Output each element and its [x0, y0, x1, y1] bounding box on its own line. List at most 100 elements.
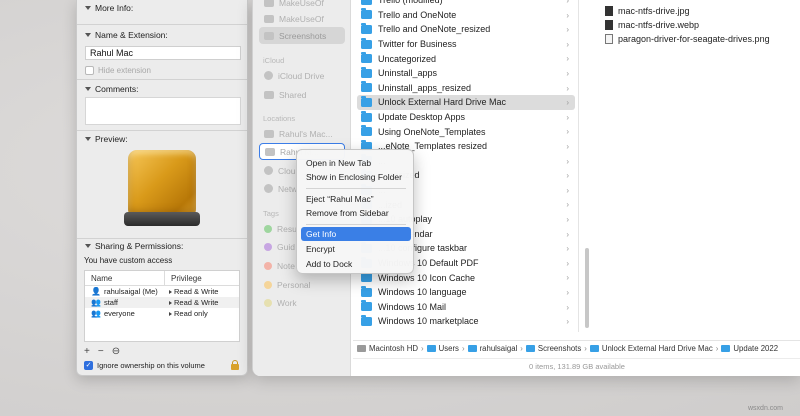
folder-row[interactable]: Windows 10 marketplace ›	[357, 314, 575, 329]
folder-row[interactable]: Uncategorized ›	[357, 51, 575, 66]
path-separator: ›	[520, 344, 523, 353]
chevron-right-icon: ›	[566, 10, 569, 20]
folder-name: Update Desktop Apps	[378, 112, 466, 123]
folder-row[interactable]: Windows 10 Mail ›	[357, 300, 575, 315]
sidebar-item-this-mac[interactable]: Rahul's Mac...	[259, 125, 345, 142]
divider	[77, 238, 247, 239]
external-drive-icon	[124, 150, 200, 228]
comments-header[interactable]: Comments:	[85, 84, 138, 94]
folder-row[interactable]: Trello and OneNote ›	[357, 8, 575, 23]
menu-separator	[306, 188, 406, 189]
path-item[interactable]: Users	[439, 344, 459, 353]
shared-folder-icon	[264, 90, 274, 99]
sidebar-section-icloud: iCloud	[263, 56, 285, 65]
folder-row[interactable]: Uninstall_apps ›	[357, 66, 575, 81]
folder-icon	[361, 0, 372, 5]
add-permission-button[interactable]: +	[84, 346, 90, 357]
chevron-right-icon: ›	[566, 317, 569, 327]
menu-item-encrypt[interactable]: Encrypt	[301, 242, 411, 256]
folder-icon	[361, 110, 372, 122]
group-icon: 👥	[91, 309, 101, 318]
chevron-right-icon: ›	[566, 258, 569, 268]
chevron-right-icon: ›	[566, 302, 569, 312]
sidebar-item-label: Work	[277, 297, 297, 308]
sidebar-item-screenshots[interactable]: Screenshots	[259, 27, 345, 44]
path-item[interactable]: Update 2022	[733, 344, 778, 353]
folder-row[interactable]: Twitter for Business ›	[357, 37, 575, 52]
lock-icon[interactable]	[231, 360, 239, 370]
folder-icon	[361, 300, 372, 312]
folder-row[interactable]: Unlock External Hard Drive Mac ›	[357, 95, 575, 110]
column-header-privilege[interactable]: Privilege	[165, 274, 202, 283]
menu-item-add-to-dock[interactable]: Add to Dock	[301, 257, 411, 271]
file-name: paragon-driver-for-seagate-drives.png	[618, 33, 770, 44]
more-info-header[interactable]: More Info:	[85, 3, 133, 13]
name-extension-header[interactable]: Name & Extension:	[85, 30, 168, 40]
folder-name: Uninstall_apps	[378, 68, 438, 79]
popup-arrow-icon	[169, 289, 172, 294]
folder-row[interactable]: Update Desktop Apps ›	[357, 110, 575, 125]
folder-row[interactable]: Windows 10 language ›	[357, 285, 575, 300]
divider	[77, 79, 247, 80]
chevron-right-icon: ›	[566, 156, 569, 166]
folder-row[interactable]: Trello and OneNote_resized ›	[357, 22, 575, 37]
ignore-ownership-label: Ignore ownership on this volume	[97, 361, 205, 370]
menu-item-show-enclosing-folder[interactable]: Show in Enclosing Folder	[301, 170, 411, 184]
folder-row[interactable]: Uninstall_apps_resized ›	[357, 81, 575, 96]
menu-item-get-info[interactable]: Get Info	[301, 227, 411, 241]
folder-row[interactable]: Trello (modified) ›	[357, 0, 575, 8]
hide-extension-checkbox[interactable]: Hide extension	[85, 66, 151, 75]
preview-header[interactable]: Preview:	[85, 134, 128, 144]
sidebar-section-locations: Locations	[263, 114, 296, 123]
path-item[interactable]: rahulsaigal	[480, 344, 518, 353]
path-item[interactable]: Unlock External Hard Drive Mac	[602, 344, 713, 353]
menu-item-eject[interactable]: Eject “Rahul Mac”	[301, 192, 411, 206]
path-separator: ›	[715, 344, 719, 353]
folder-row[interactable]: Using OneNote_Templates ›	[357, 124, 575, 139]
name-field[interactable]: Rahul Mac	[85, 46, 241, 60]
disclosure-triangle-icon	[85, 33, 91, 37]
path-item[interactable]: Macintosh HD	[369, 344, 418, 353]
status-bar: 0 items, 131.89 GB available	[353, 358, 800, 374]
row-user-name: everyone	[103, 309, 135, 318]
row-privilege[interactable]: Read only	[174, 309, 208, 318]
folder-name: Twitter for Business	[378, 39, 457, 50]
chevron-right-icon: ›	[566, 39, 569, 49]
table-row[interactable]: 👤 rahulsaigal (Me) Read & Write	[85, 286, 239, 297]
divider	[77, 24, 247, 25]
chevron-right-icon: ›	[566, 69, 569, 78]
preview-label: Preview:	[95, 134, 128, 144]
table-row[interactable]: 👥 everyone Read only	[85, 308, 239, 319]
file-item[interactable]: mac-ntfs-drive.jpg	[605, 4, 690, 17]
tag-dot-icon	[264, 280, 272, 289]
sidebar-item-icloud-drive[interactable]: iCloud Drive	[259, 67, 345, 84]
file-item[interactable]: mac-ntfs-drive.webp	[605, 18, 699, 31]
path-item[interactable]: Screenshots	[538, 344, 581, 353]
menu-separator	[306, 224, 406, 225]
row-privilege[interactable]: Read & Write	[174, 287, 218, 296]
file-item[interactable]: paragon-driver-for-seagate-drives.png	[605, 32, 770, 45]
custom-access-text: You have custom access	[84, 256, 173, 265]
ignore-ownership-checkbox[interactable]: ✓ Ignore ownership on this volume	[84, 361, 205, 370]
sharing-header[interactable]: Sharing & Permissions:	[85, 241, 183, 251]
lock-body	[231, 364, 239, 370]
permissions-toolbar: + − ⊖	[84, 346, 120, 357]
sidebar-tag-personal[interactable]: Personal	[259, 276, 345, 293]
chevron-right-icon: ›	[566, 83, 569, 93]
menu-item-open-new-tab[interactable]: Open in New Tab	[301, 156, 411, 170]
action-menu-button[interactable]: ⊖	[112, 346, 120, 357]
watermark: wsxdn.com	[748, 405, 784, 412]
tag-dot-icon	[264, 261, 272, 270]
sharing-label: Sharing & Permissions:	[95, 241, 184, 251]
sidebar-tag-work[interactable]: Work	[259, 294, 345, 311]
comments-textarea[interactable]	[85, 97, 241, 125]
sidebar-item-makeuseof-2[interactable]: MakeUseOf	[259, 10, 345, 27]
menu-item-remove-from-sidebar[interactable]: Remove from Sidebar	[301, 206, 411, 220]
disclosure-triangle-icon	[85, 6, 91, 10]
table-row[interactable]: 👥 staff Read & Write	[85, 297, 239, 308]
column-header-name[interactable]: Name	[85, 271, 165, 285]
row-privilege[interactable]: Read & Write	[174, 298, 218, 307]
remove-permission-button[interactable]: −	[98, 346, 104, 357]
sidebar-item-label: Resu	[277, 223, 297, 234]
sidebar-item-shared[interactable]: Shared	[259, 86, 345, 103]
